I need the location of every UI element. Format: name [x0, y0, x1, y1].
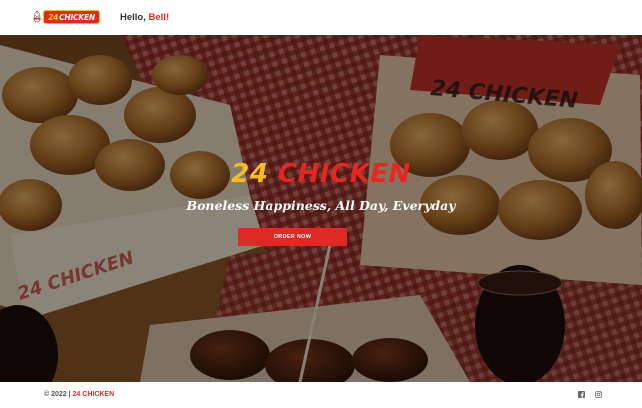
- logo-word: CHICKEN: [59, 12, 95, 22]
- copyright-prefix: © 2022 |: [44, 391, 73, 398]
- hero-title-number: 24: [231, 159, 269, 189]
- hero-title: 24 CHICKEN: [0, 159, 642, 189]
- copyright-brand[interactable]: 24 CHICKEN: [73, 391, 115, 398]
- logo-number: 24: [48, 12, 59, 22]
- greeting-prefix: Hello,: [120, 12, 149, 23]
- hero-title-word: CHICKEN: [277, 159, 411, 189]
- copyright-text: © 2022 | 24 CHICKEN: [44, 391, 114, 398]
- site-header: 24 CHICKEN Hello, Bell!: [0, 0, 642, 35]
- hero-banner: 24 CHICKEN 24 CHICKEN 24 CHICKEN Boneles…: [0, 35, 642, 382]
- facebook-icon[interactable]: [577, 390, 586, 399]
- order-now-button[interactable]: ORDER NOW: [238, 228, 347, 246]
- greeting-user-name[interactable]: Bell!: [149, 12, 170, 23]
- user-greeting: Hello, Bell!: [120, 12, 169, 23]
- site-logo[interactable]: 24 CHICKEN: [32, 6, 100, 28]
- logo-wordmark: 24 CHICKEN: [43, 10, 100, 24]
- hero-tagline: Boneless Happiness, All Day, Everyday: [186, 198, 456, 213]
- site-footer: © 2022 | 24 CHICKEN: [0, 382, 642, 408]
- chicken-mascot-icon: [33, 10, 41, 24]
- instagram-icon[interactable]: [594, 390, 603, 399]
